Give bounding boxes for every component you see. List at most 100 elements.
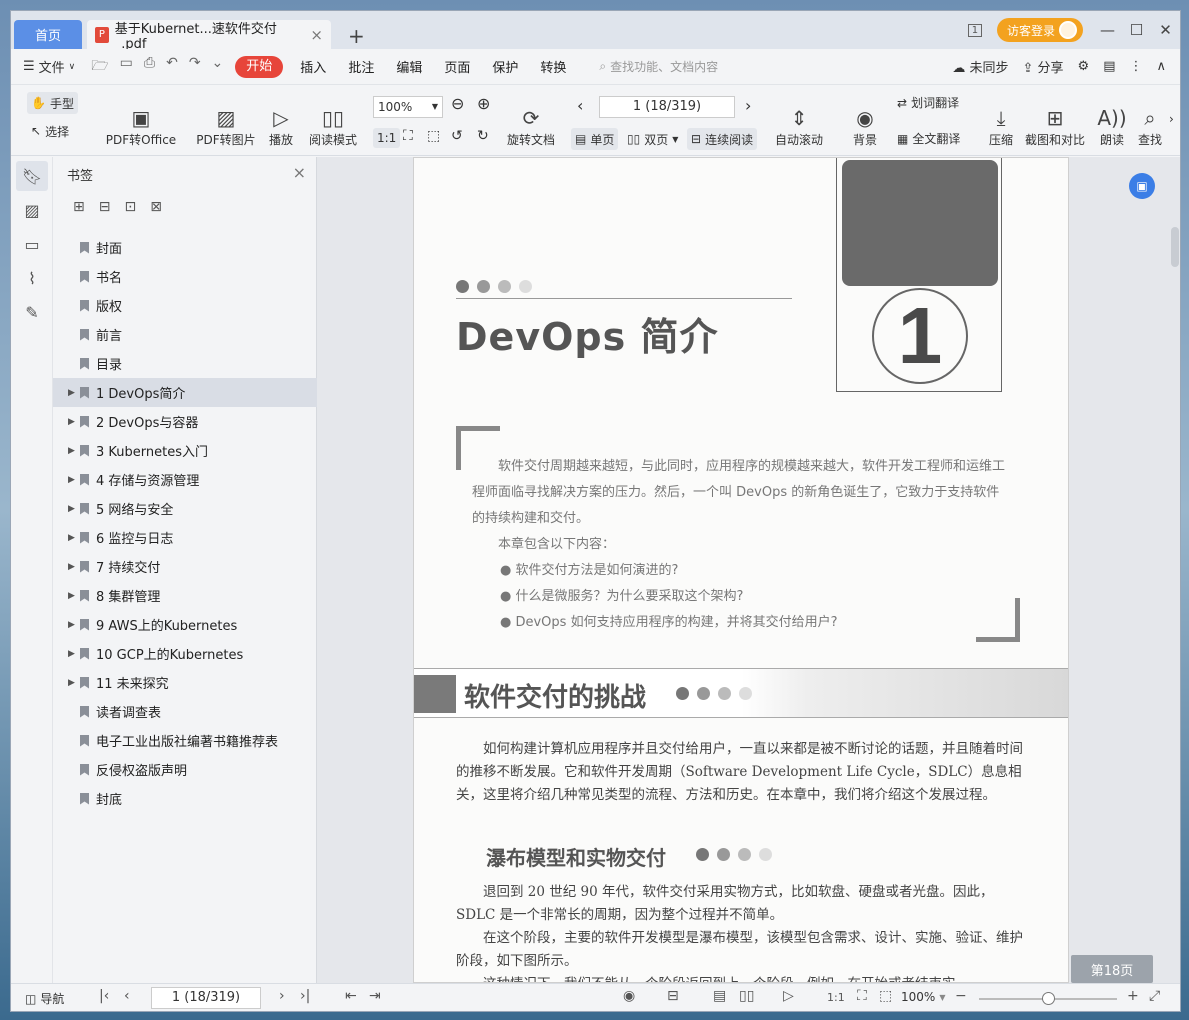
undo-icon[interactable]: ↶ (166, 55, 178, 79)
bookmark-icon[interactable]: 🔖︎ (16, 161, 48, 191)
auto-scroll-button[interactable]: ⇕ 自动滚动 (769, 92, 829, 148)
read-aloud-button[interactable]: A)) 朗读 (1097, 92, 1127, 148)
prev-page-icon[interactable]: ‹ (577, 96, 583, 115)
rotate-document-button[interactable]: ⟳ 旋转文档 (503, 92, 559, 148)
maximize-icon[interactable]: ☐ (1122, 21, 1151, 39)
nav-toggle[interactable]: ◫ 导航 (25, 990, 64, 1007)
bookmark-item[interactable]: ▶ 6 监控与日志 (53, 523, 317, 552)
continuous-read-button[interactable]: ⊟ 连续阅读 (687, 128, 758, 150)
continuous-icon[interactable]: ⊟ (667, 988, 679, 1004)
save-icon[interactable]: ▭ (120, 55, 133, 79)
bookmark-settings-icon[interactable]: ⊠ (150, 199, 162, 215)
more-icon[interactable]: ⋮ (1129, 59, 1142, 74)
print-icon[interactable]: ⎙ (144, 55, 155, 79)
expand-all-icon[interactable]: ⊞ (73, 199, 85, 215)
minimize-icon[interactable]: — (1093, 21, 1122, 39)
expand-arrow-icon[interactable]: ▶ (68, 475, 75, 485)
bookmark-item[interactable]: 封底 (53, 784, 317, 813)
attachment-icon[interactable]: ⌇ (16, 263, 48, 293)
prev-page-icon[interactable]: ‹ (124, 988, 130, 1004)
menu-page[interactable]: 页面 (433, 57, 481, 76)
bookmark-item[interactable]: ▶ 2 DevOps与容器 (53, 407, 317, 436)
menu-protect[interactable]: 保护 (481, 57, 529, 76)
actual-size-icon[interactable]: 1:1 (827, 991, 845, 1004)
menu-annotate[interactable]: 批注 (337, 57, 385, 76)
settings-icon[interactable]: ⚙ (1078, 59, 1090, 74)
fullscreen-icon[interactable]: ⤢ (1149, 988, 1160, 1004)
next-page-icon[interactable]: › (745, 96, 751, 115)
compress-button[interactable]: ⤓ 压缩 (985, 92, 1017, 148)
fit-page-icon[interactable]: ⛶ (403, 128, 413, 144)
play-button[interactable]: ▷ 播放 (265, 92, 297, 148)
close-panel-icon[interactable]: × (293, 163, 306, 182)
zoom-out-icon[interactable]: ⊖ (451, 94, 464, 113)
bookmark-item[interactable]: ▶ 5 网络与安全 (53, 494, 317, 523)
find-button[interactable]: ⌕ 查找 (1135, 92, 1165, 148)
expand-arrow-icon[interactable]: ▶ (68, 562, 75, 572)
status-zoom-select[interactable]: 100% ▼ (901, 990, 945, 1004)
close-tab-icon[interactable]: × (310, 26, 323, 44)
actual-size-icon[interactable]: 1:1 (373, 128, 401, 148)
zoom-slider[interactable] (979, 992, 1117, 1005)
function-search[interactable]: ⌕ 查找功能、文档内容 (599, 58, 718, 75)
full-translate-button[interactable]: ▦ 全文翻译 (897, 130, 960, 147)
expand-arrow-icon[interactable]: ▶ (68, 446, 75, 456)
double-page-button[interactable]: ▯▯ 双页 ▼ (627, 128, 678, 150)
add-bookmark-icon[interactable]: ⊡ (124, 199, 136, 215)
first-page-icon[interactable]: |‹ (99, 988, 109, 1004)
rotate-left-icon[interactable]: ↺ (451, 128, 463, 144)
word-translate-button[interactable]: ⇄ 划词翻译 (897, 94, 959, 111)
menu-edit[interactable]: 编辑 (385, 57, 433, 76)
bookmark-item[interactable]: ▶ 1 DevOps简介 (53, 378, 317, 407)
menu-start[interactable]: 开始 (235, 55, 284, 78)
bookmark-item[interactable]: 读者调查表 (53, 697, 317, 726)
file-menu[interactable]: ☰ 文件 ∨ (23, 57, 75, 76)
collapse-all-icon[interactable]: ⊟ (99, 199, 111, 215)
zoom-out-icon[interactable]: − (955, 988, 967, 1004)
bookmark-item[interactable]: ▶ 9 AWS上的Kubernetes (53, 610, 317, 639)
read-mode-button[interactable]: ▯▯ 阅读模式 (307, 92, 359, 148)
expand-arrow-icon[interactable]: ▶ (68, 417, 75, 427)
bookmark-item[interactable]: 电子工业出版社编著书籍推荐表 (53, 726, 317, 755)
bookmark-item[interactable]: ▶ 3 Kubernetes入门 (53, 436, 317, 465)
comments-icon[interactable]: ▭ (16, 229, 48, 259)
rotate-right-icon[interactable]: ↻ (477, 128, 489, 144)
select-tool-button[interactable]: ↖ 选择 (31, 120, 69, 142)
expand-arrow-icon[interactable]: ▶ (68, 591, 75, 601)
screenshot-compare-button[interactable]: ⊞ 截图和对比 (1023, 92, 1087, 148)
pdf-to-office-button[interactable]: ▣ PDF转Office (101, 92, 181, 148)
bookmark-item[interactable]: ▶ 4 存储与资源管理 (53, 465, 317, 494)
single-page-button[interactable]: ▤ 单页 (571, 128, 619, 150)
open-icon[interactable]: 🗁 (91, 55, 108, 79)
forward-icon[interactable]: ⇥ (369, 988, 381, 1004)
zoom-in-icon[interactable]: ⊕ (477, 94, 490, 113)
bookmark-item[interactable]: 目录 (53, 349, 317, 378)
share-button[interactable]: ⇪ 分享 (1022, 57, 1063, 76)
zoom-select[interactable]: 100% ▼ (373, 96, 443, 118)
vertical-scrollbar[interactable] (1171, 217, 1179, 977)
thumbnail-icon[interactable]: ▨ (16, 195, 48, 225)
sync-button[interactable]: ☁ 未同步 (952, 57, 1008, 76)
hand-tool-button[interactable]: ✋ 手型 (27, 92, 78, 114)
fit-page-icon[interactable]: ⛶ (857, 988, 867, 1004)
status-page-input[interactable]: 1 (18/319) (151, 987, 261, 1009)
bookmark-item[interactable]: 版权 (53, 291, 317, 320)
play-icon[interactable]: ▷ (783, 988, 794, 1004)
visitor-login-button[interactable]: 访客登录 (996, 18, 1083, 42)
expand-arrow-icon[interactable]: ▶ (68, 620, 75, 630)
expand-arrow-icon[interactable]: ▶ (68, 388, 75, 398)
page-number-input[interactable]: 1 (18/319) (599, 96, 735, 118)
bookmark-item[interactable]: 前言 (53, 320, 317, 349)
bookmark-item[interactable]: 反侵权盗版声明 (53, 755, 317, 784)
bookmark-item[interactable]: 书名 (53, 262, 317, 291)
new-tab-button[interactable]: + (348, 24, 365, 48)
next-page-icon[interactable]: › (279, 988, 285, 1004)
collapse-ribbon-icon[interactable]: ∧ (1156, 59, 1166, 74)
single-page-icon[interactable]: ▤ (713, 988, 726, 1004)
fit-width-icon[interactable]: ⬚ (427, 128, 440, 144)
bookmark-item[interactable]: 封面 (53, 233, 317, 262)
zoom-in-icon[interactable]: + (1127, 988, 1139, 1004)
expand-arrow-icon[interactable]: ▶ (68, 504, 75, 514)
toolbar-scroll-right-icon[interactable]: › (1169, 112, 1174, 126)
close-window-icon[interactable]: ✕ (1151, 21, 1180, 39)
